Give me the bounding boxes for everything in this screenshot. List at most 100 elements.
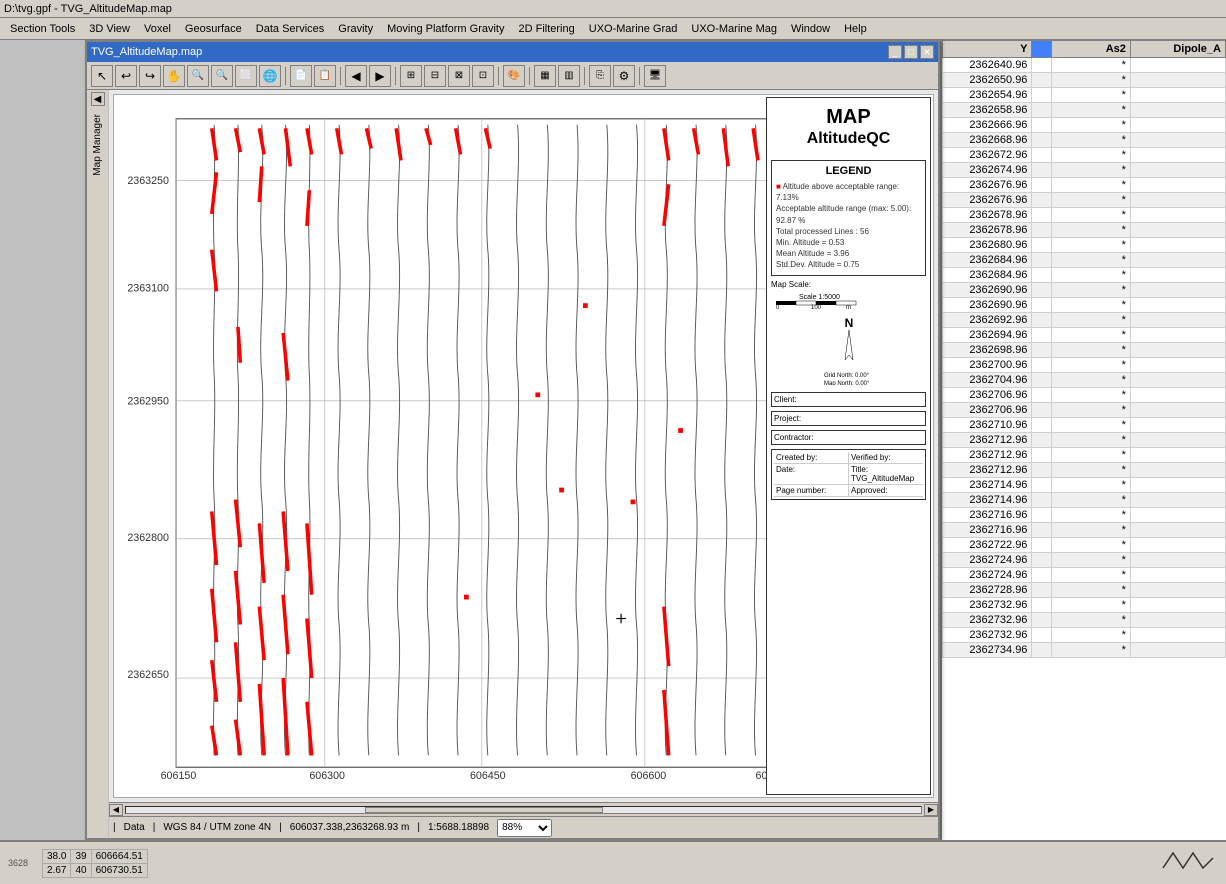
maximize-button[interactable]: □ (904, 45, 918, 59)
status-separator-1: | (113, 822, 116, 833)
win1-button[interactable]: ⊞ (400, 65, 422, 87)
map-titlebar: TVG_AltitudeMap.map _ □ ✕ (87, 42, 938, 62)
cell-as2-34: * (1052, 568, 1131, 583)
status-crs: WGS 84 / UTM zone 4N (163, 822, 271, 833)
map-status-bar: | Data | WGS 84 / UTM zone 4N | 606037.3… (109, 816, 938, 838)
menu-2d-filtering[interactable]: 2D Filtering (513, 22, 581, 36)
table-row: 2362678.96 * (943, 223, 1226, 238)
table-row: 2362684.96 * (943, 253, 1226, 268)
cell-dipole-23 (1130, 403, 1225, 418)
cell-flag-25 (1032, 433, 1052, 448)
win2-button[interactable]: ⊟ (424, 65, 446, 87)
menu-window[interactable]: Window (785, 22, 836, 36)
cell-y-33: 2362724.96 (943, 553, 1032, 568)
win4-button[interactable]: ⊡ (472, 65, 494, 87)
cell-flag-15 (1032, 283, 1052, 298)
status-separator-2: | (153, 822, 156, 833)
zoom-select[interactable]: 88% 100% 75% 50% (497, 819, 552, 837)
table-row: 2362716.96 * (943, 508, 1226, 523)
zoom-box-button[interactable]: ⬜ (235, 65, 257, 87)
approved-label: Approved: (849, 485, 923, 496)
menu-section-tools[interactable]: Section Tools (4, 22, 81, 36)
cell-as2-2: * (1052, 88, 1131, 103)
map-window-title: TVG_AltitudeMap.map (91, 46, 202, 58)
cell-y-34: 2362724.96 (943, 568, 1032, 583)
map-drawing[interactable]: 2363250 2363100 2362950 2362800 2362650 … (113, 94, 934, 798)
menu-uxo-marine-grad[interactable]: UXO-Marine Grad (583, 22, 684, 36)
nav-back-button[interactable]: ◀ (345, 65, 367, 87)
zoom-out-button[interactable]: 🔍 (211, 65, 233, 87)
select-tool-button[interactable]: ↖ (91, 65, 113, 87)
pan-button[interactable]: ✋ (163, 65, 185, 87)
cell-y-32: 2362722.96 (943, 538, 1032, 553)
cell-dipole-24 (1130, 418, 1225, 433)
svg-text:m: m (846, 305, 851, 309)
svg-text:606300: 606300 (309, 770, 345, 782)
redo-button[interactable]: ↪ (139, 65, 161, 87)
cell-y-31: 2362716.96 (943, 523, 1032, 538)
client-label: Client: (774, 395, 923, 404)
cell-dipole-4 (1130, 118, 1225, 133)
filter1-button[interactable]: ▦ (534, 65, 556, 87)
layout2-button[interactable]: 📋 (314, 65, 336, 87)
svg-text:606600: 606600 (631, 770, 667, 782)
filter2-button[interactable]: ▥ (558, 65, 580, 87)
cell-as2-0: * (1052, 58, 1131, 73)
legend-line-3: Min. Altitude = 0.53 (776, 237, 921, 248)
close-button[interactable]: ✕ (920, 45, 934, 59)
cell-dipole-18 (1130, 328, 1225, 343)
separator-4 (498, 67, 499, 85)
cell-as2-25: * (1052, 433, 1131, 448)
cell-flag-8 (1032, 178, 1052, 193)
undo-button[interactable]: ↩ (115, 65, 137, 87)
scroll-left-button[interactable]: ◀ (109, 804, 123, 816)
cell-as2-38: * (1052, 628, 1131, 643)
map-main: 2363250 2363100 2362950 2362800 2362650 … (109, 90, 938, 838)
settings-button[interactable]: ⚙ (613, 65, 635, 87)
menu-geosurface[interactable]: Geosurface (179, 22, 248, 36)
table-row: 2362672.96 * (943, 148, 1226, 163)
cell-as2-8: * (1052, 178, 1131, 193)
menu-uxo-marine-mag[interactable]: UXO-Marine Mag (685, 22, 783, 36)
cell-y-27: 2362712.96 (943, 463, 1032, 478)
info-button[interactable]: 🖥 (644, 65, 666, 87)
table-row: 2362674.96 * (943, 163, 1226, 178)
color-button[interactable]: 🎨 (503, 65, 525, 87)
scroll-right-button[interactable]: ▶ (924, 804, 938, 816)
copy-button[interactable]: ⎘ (589, 65, 611, 87)
menu-help[interactable]: Help (838, 22, 873, 36)
cell-as2-1: * (1052, 73, 1131, 88)
cell-as2-13: * (1052, 253, 1131, 268)
horizontal-scrollbar[interactable]: ◀ ▶ (109, 802, 938, 816)
layout1-button[interactable]: 📄 (290, 65, 312, 87)
legend-panel: MAP AltitudeQC LEGEND ■ Altitude above a… (766, 97, 931, 795)
scrollbar-track[interactable] (125, 806, 922, 814)
table-row: 2362666.96 * (943, 118, 1226, 133)
cell-as2-32: * (1052, 538, 1131, 553)
scrollbar-thumb[interactable] (365, 807, 604, 813)
map-manager-collapse[interactable]: ◀ (91, 92, 105, 106)
menu-data-services[interactable]: Data Services (250, 22, 330, 36)
menu-3d-view[interactable]: 3D View (83, 22, 136, 36)
table-wrapper[interactable]: Y As2 Dipole_A 2362640.96 * 2362650.96 *… (942, 40, 1226, 840)
menu-gravity[interactable]: Gravity (332, 22, 379, 36)
cell-y-7: 2362674.96 (943, 163, 1032, 178)
map-title: MAP (767, 98, 930, 130)
cell-dipole-31 (1130, 523, 1225, 538)
win3-button[interactable]: ⊠ (448, 65, 470, 87)
zoom-in-button[interactable]: 🔍 (187, 65, 209, 87)
cell-dipole-35 (1130, 583, 1225, 598)
cell-flag-7 (1032, 163, 1052, 178)
cell-flag-38 (1032, 628, 1052, 643)
cell-dipole-38 (1130, 628, 1225, 643)
created-row: Created by: Verified by: (774, 452, 923, 464)
cell-dipole-8 (1130, 178, 1225, 193)
minimize-button[interactable]: _ (888, 45, 902, 59)
table-row: 2362710.96 * (943, 418, 1226, 433)
menu-moving-platform-gravity[interactable]: Moving Platform Gravity (381, 22, 510, 36)
menu-voxel[interactable]: Voxel (138, 22, 177, 36)
nav-fwd-button[interactable]: ▶ (369, 65, 391, 87)
globe-button[interactable]: 🌐 (259, 65, 281, 87)
cell-as2-29: * (1052, 493, 1131, 508)
legend-text: ■ Altitude above acceptable range: 7.13%… (776, 181, 921, 271)
